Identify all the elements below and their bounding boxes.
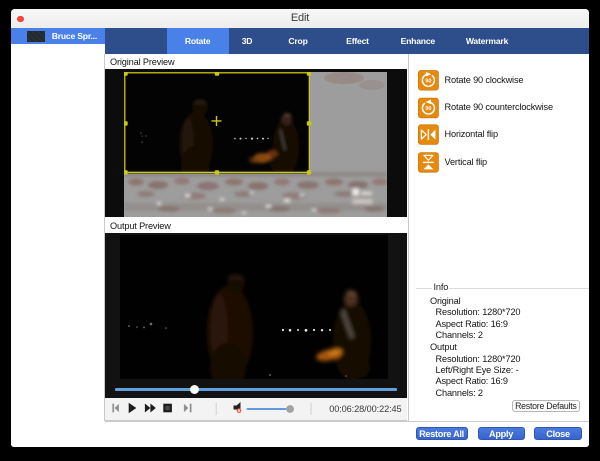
svg-text:90: 90 xyxy=(425,106,431,112)
svg-text:90: 90 xyxy=(425,78,431,84)
